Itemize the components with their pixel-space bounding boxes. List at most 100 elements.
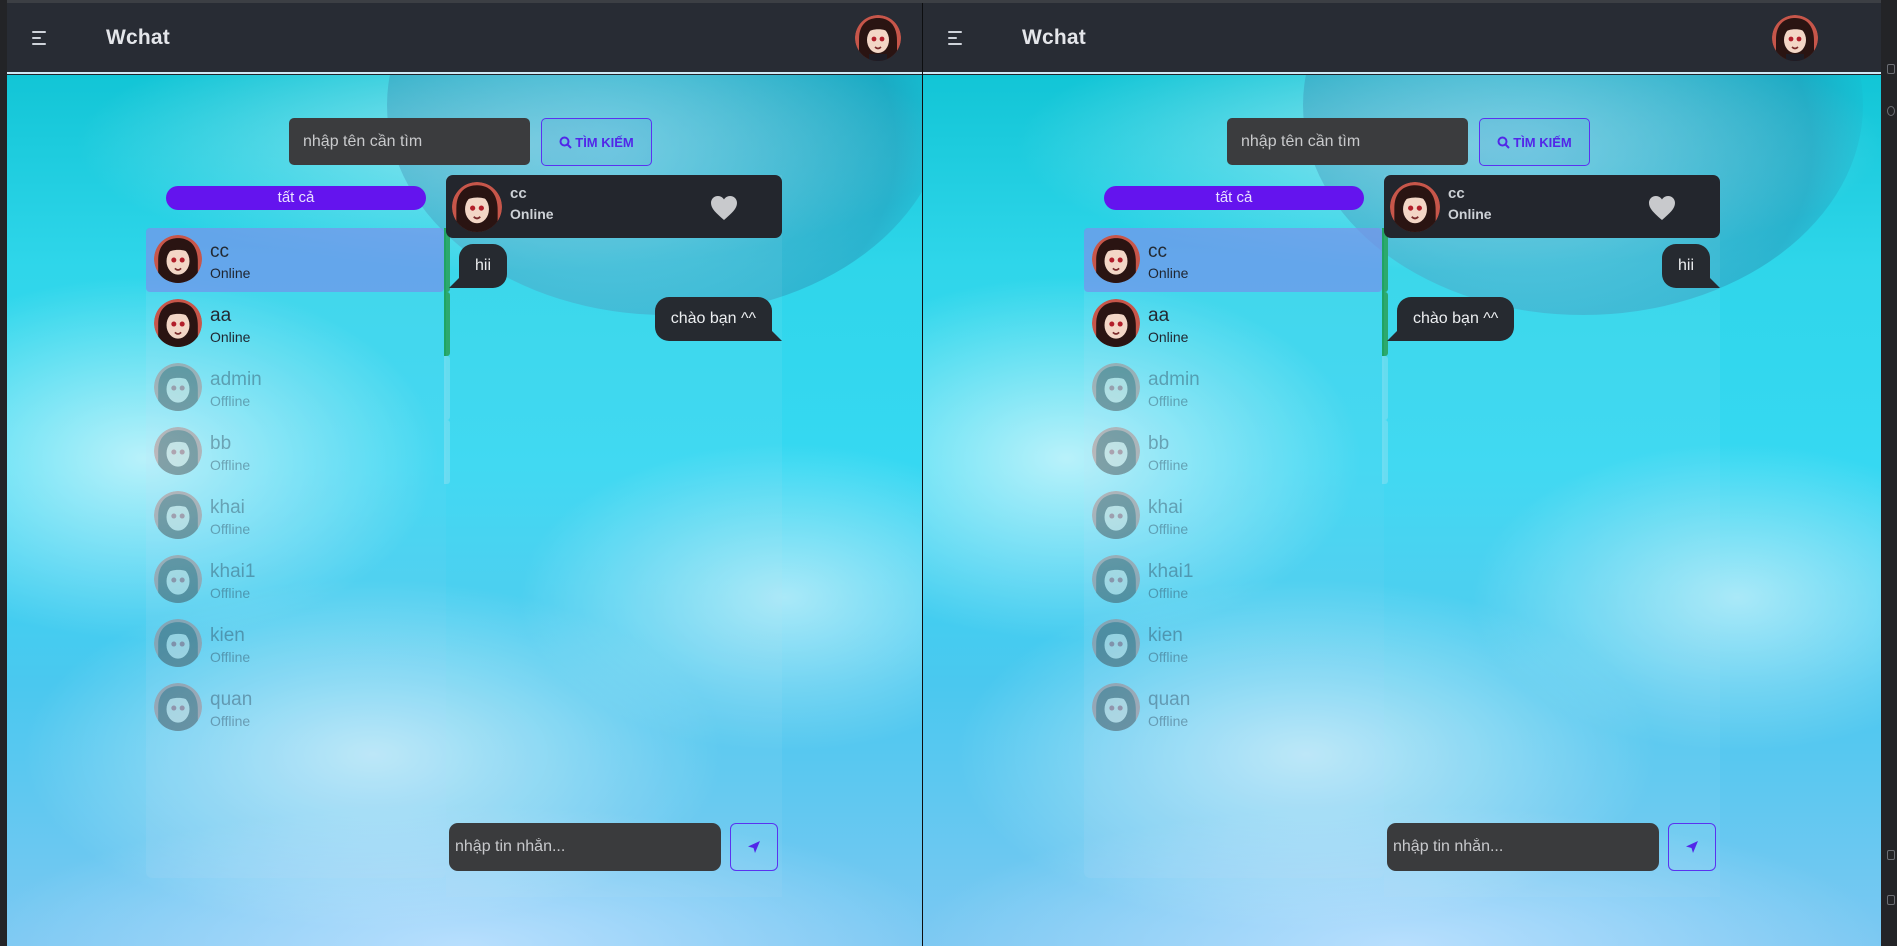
message-input[interactable] [1387,823,1659,871]
contact-name: kien [210,625,245,646]
filter-all-tab[interactable]: tất cả [1104,186,1364,210]
contact-name: admin [1148,369,1200,390]
navbar: Wchat [923,3,1881,74]
user-avatar[interactable] [1772,15,1818,61]
contact-status: Offline [1148,521,1189,537]
message-received: chào bạn ^^ [1387,297,1515,341]
contact-status: Offline [210,585,251,601]
contact-status: Offline [1148,585,1189,601]
app-title: Wchat [1022,26,1086,49]
chat-panel: cc Online hii chào bạn ^^ [446,175,782,897]
contact-status: Offline [210,649,251,665]
contact-avatar [1092,299,1140,347]
contact-status: Offline [210,457,251,473]
filter-all-tab[interactable]: tất cả [166,186,426,210]
search-input[interactable] [289,118,530,165]
send-icon [748,841,760,853]
contact-name: cc [1148,241,1167,262]
chat-header: cc Online [1384,175,1720,238]
search-input[interactable] [1227,118,1468,165]
contact-name: quan [210,689,253,710]
message-text: hii [1677,257,1694,274]
contact-status: Offline [1148,457,1189,473]
contact-status: Online [1148,265,1189,281]
contact-item-quan[interactable]: quan Offline [146,676,444,740]
message-text: hii [475,257,492,274]
contact-item-cc[interactable]: cc Online [146,228,450,292]
contact-status: Online [1148,329,1189,345]
contact-status: Offline [1148,713,1189,729]
message-sent: hii [1661,244,1720,288]
contact-name: kien [1148,625,1183,646]
message-input[interactable] [449,823,721,871]
chat-contact-status: Online [510,206,554,222]
contact-avatar [154,363,202,411]
contact-avatar [1092,363,1140,411]
user-avatar[interactable] [855,15,901,61]
contact-item-kien[interactable]: kien Offline [1084,612,1382,676]
left-window-edge [0,0,7,946]
search-icon [1497,136,1510,149]
contact-item-cc[interactable]: cc Online [1084,228,1388,292]
contact-name: aa [1148,305,1170,326]
contact-avatar [154,235,202,283]
heart-icon[interactable] [710,195,738,221]
contact-avatar [154,619,202,667]
contact-item-bb[interactable]: bb Offline [146,420,450,484]
search-button-label: TÌM KIẾM [575,134,634,150]
contact-avatar [1092,683,1140,731]
chat-header: cc Online [446,175,782,238]
chat-window-left: Wchat TÌM KIẾM tất cả cc Online aa Onlin… [7,3,922,946]
chat-panel: cc Online hii chào bạn ^^ [1384,175,1720,897]
send-button[interactable] [1668,823,1716,871]
contact-item-aa[interactable]: aa Online [1084,292,1388,356]
contact-avatar [154,491,202,539]
heart-icon[interactable] [1648,195,1676,221]
search-button[interactable]: TÌM KIẾM [1479,118,1590,166]
contact-name: aa [210,305,232,326]
contact-item-kien[interactable]: kien Offline [146,612,444,676]
navbar: Wchat [7,3,922,74]
contact-name: admin [210,369,262,390]
contact-status: Offline [210,393,251,409]
contact-item-admin[interactable]: admin Offline [146,356,450,420]
contact-avatar [154,683,202,731]
search-button-label: TÌM KIẾM [1513,134,1572,150]
app-title: Wchat [106,26,170,49]
contact-avatar [154,427,202,475]
contact-item-khai1[interactable]: khai1 Offline [146,548,444,612]
contact-name: khai [210,497,245,518]
send-button[interactable] [730,823,778,871]
contact-avatar [1092,427,1140,475]
background-wallpaper: TÌM KIẾM tất cả cc Online aa Online admi… [7,75,922,946]
contact-item-khai1[interactable]: khai1 Offline [1084,548,1382,612]
contact-name: cc [210,241,229,262]
contact-status: Offline [1148,649,1189,665]
chat-contact-avatar[interactable] [1390,182,1440,232]
contact-avatar [1092,491,1140,539]
contact-avatar [154,555,202,603]
contact-status: Offline [210,713,251,729]
search-icon [559,136,572,149]
edge-square-icon [1887,64,1895,74]
contact-item-admin[interactable]: admin Offline [1084,356,1388,420]
contact-name: bb [210,433,232,454]
contact-item-khai[interactable]: khai Offline [146,484,444,548]
edge-square-icon [1887,850,1895,860]
contact-list: cc Online aa Online admin Offline bb Off… [146,228,450,878]
contact-item-bb[interactable]: bb Offline [1084,420,1388,484]
contact-name: khai1 [210,561,256,582]
message-received: hii [449,244,508,288]
menu-icon[interactable] [32,30,52,48]
chat-contact-avatar[interactable] [452,182,502,232]
contact-item-aa[interactable]: aa Online [146,292,450,356]
contact-item-khai[interactable]: khai Offline [1084,484,1382,548]
menu-icon[interactable] [948,30,968,48]
message-sent: chào bạn ^^ [654,297,782,341]
contact-avatar [1092,619,1140,667]
message-text: chào bạn ^^ [1413,310,1499,327]
chat-contact-name: cc [1448,185,1465,202]
contact-item-quan[interactable]: quan Offline [1084,676,1382,740]
contact-status: Offline [1148,393,1189,409]
search-button[interactable]: TÌM KIẾM [541,118,652,166]
